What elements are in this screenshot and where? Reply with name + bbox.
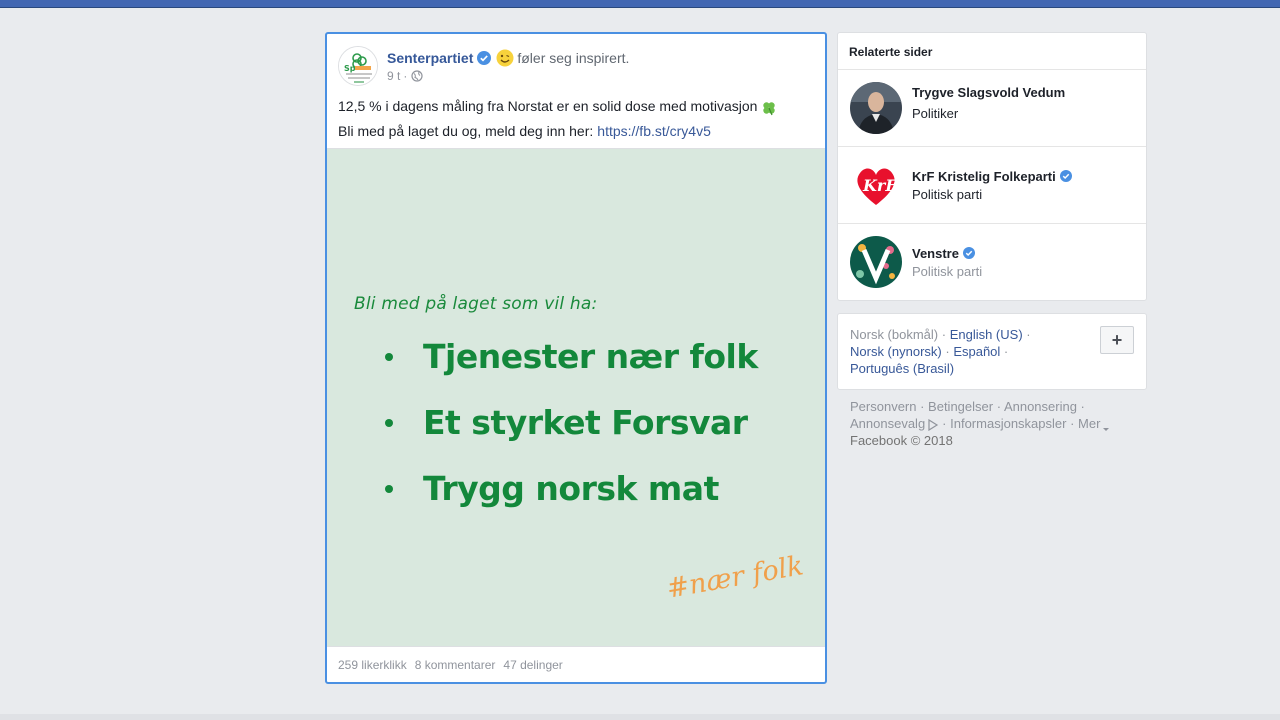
top-navigation-bar [0,0,1280,8]
venstre-logo-avatar[interactable] [850,236,902,288]
footer-link-mer[interactable]: Mer [1078,415,1100,432]
post-card[interactable]: Sp Senterpartiet føler seg inspirert. 9 … [325,32,827,684]
globe-icon[interactable] [411,70,423,82]
image-hashtag: #nær folk [664,550,806,605]
caret-down-icon[interactable] [1102,420,1110,431]
meta-separator: · [403,69,408,83]
related-page-name-text[interactable]: KrF Kristelig Folkeparti [912,169,1056,184]
related-page-category: Politisk parti [912,264,983,279]
more-languages-button[interactable]: + [1100,326,1134,354]
footer-link-personvern[interactable]: Personvern [850,399,916,414]
krf-logo-avatar[interactable]: KrF [850,159,902,211]
svg-text:Sp: Sp [344,64,356,73]
image-bullet: Trygg norsk mat [385,469,719,508]
footer-link-annonsevalg[interactable]: Annonsevalg [850,415,925,432]
related-page-name-text[interactable]: Trygve Slagsvold Vedum [912,85,1065,100]
related-page-name[interactable]: KrF Kristelig Folkeparti [912,169,1074,184]
image-bullet: Tjenester nær folk [385,337,758,376]
author-line: Senterpartiet føler seg inspirert. [387,48,629,68]
related-pages-panel: Relaterte sider Trygve Slagsvold Vedum P… [837,32,1147,301]
related-page-name[interactable]: Venstre [912,246,977,261]
verified-badge-icon [1059,169,1074,184]
verified-badge-icon [477,51,492,65]
svg-text:KrF: KrF [862,176,898,195]
vedum-avatar[interactable] [850,82,902,134]
comments-count[interactable]: 8 kommentarer [415,658,496,672]
bullet-dot [385,418,393,427]
related-page-category: Politiker [912,106,959,121]
related-page-item[interactable]: KrF KrF Kristelig Folkeparti Politisk pa… [838,147,1146,223]
related-pages-title: Relaterte sider [849,45,933,59]
likes-count[interactable]: 259 likerklikk [338,658,407,672]
bullet-text: Trygg norsk mat [423,469,719,508]
feeling-text: føler seg inspirert. [517,50,630,66]
bullet-dot [385,352,393,361]
bullet-text: Tjenester nær folk [423,337,758,376]
post-text-line-2: Bli med på laget du og, meld deg inn her… [338,119,808,144]
post-header: Sp Senterpartiet føler seg inspirert. 9 … [338,45,808,87]
bullet-text: Et styrket Forsvar [423,403,748,442]
four-leaf-clover-icon [761,99,777,115]
post-text-line-1: 12,5 % i dagens måling fra Norstat er en… [338,94,808,119]
language-link-english[interactable]: English (US) [950,327,1023,342]
page-footer-links: Personvern · Betingelser · Annonsering ·… [850,398,1130,449]
post-link[interactable]: https://fb.st/cry4v5 [597,119,711,144]
inspired-emoji-icon [496,49,514,67]
language-list: Norsk (bokmål) · English (US) · Norsk (n… [850,327,1031,376]
related-page-name-text[interactable]: Venstre [912,246,959,261]
post-image[interactable]: Bli med på laget som vil ha: Tjenester n… [327,148,825,647]
shares-count[interactable]: 47 delinger [503,658,562,672]
related-page-item[interactable]: Trygve Slagsvold Vedum Politiker [838,70,1146,146]
image-heading: Bli med på laget som vil ha: [354,294,598,314]
post-stats: 259 likerklikk 8 kommentarer 47 delinger [338,658,563,672]
copyright: Facebook © 2018 [850,433,953,448]
adchoices-icon [927,418,939,431]
verified-badge-icon [962,246,977,261]
related-page-category: Politisk parti [912,187,983,202]
author-name-link[interactable]: Senterpartiet [387,50,473,66]
bottom-bar [0,714,1280,720]
footer-link-annonsering[interactable]: Annonsering [1004,399,1077,414]
post-message: 12,5 % i dagens måling fra Norstat er en… [338,94,808,144]
image-bullet: Et styrket Forsvar [385,403,748,442]
related-page-item[interactable]: Venstre Politisk parti [838,224,1146,300]
current-language: Norsk (bokmål) [850,327,939,342]
post-text-2: Bli med på laget du og, meld deg inn her… [338,123,594,139]
language-link-portugues[interactable]: Português (Brasil) [850,361,954,376]
language-link-espanol[interactable]: Español [953,344,1000,359]
post-timestamp[interactable]: 9 t [387,69,400,83]
post-text-1: 12,5 % i dagens måling fra Norstat er en… [338,98,758,114]
language-link-nynorsk[interactable]: Norsk (nynorsk) [850,344,942,359]
language-selector-panel: Norsk (bokmål) · English (US) · Norsk (n… [837,313,1147,390]
senterpartiet-avatar[interactable]: Sp [338,46,378,86]
bullet-dot [385,484,393,493]
post-meta: 9 t · [387,69,423,83]
footer-link-betingelser[interactable]: Betingelser [928,399,993,414]
related-page-name[interactable]: Trygve Slagsvold Vedum [912,85,1065,100]
footer-link-informasjonskapsler[interactable]: Informasjonskapsler [950,415,1066,432]
